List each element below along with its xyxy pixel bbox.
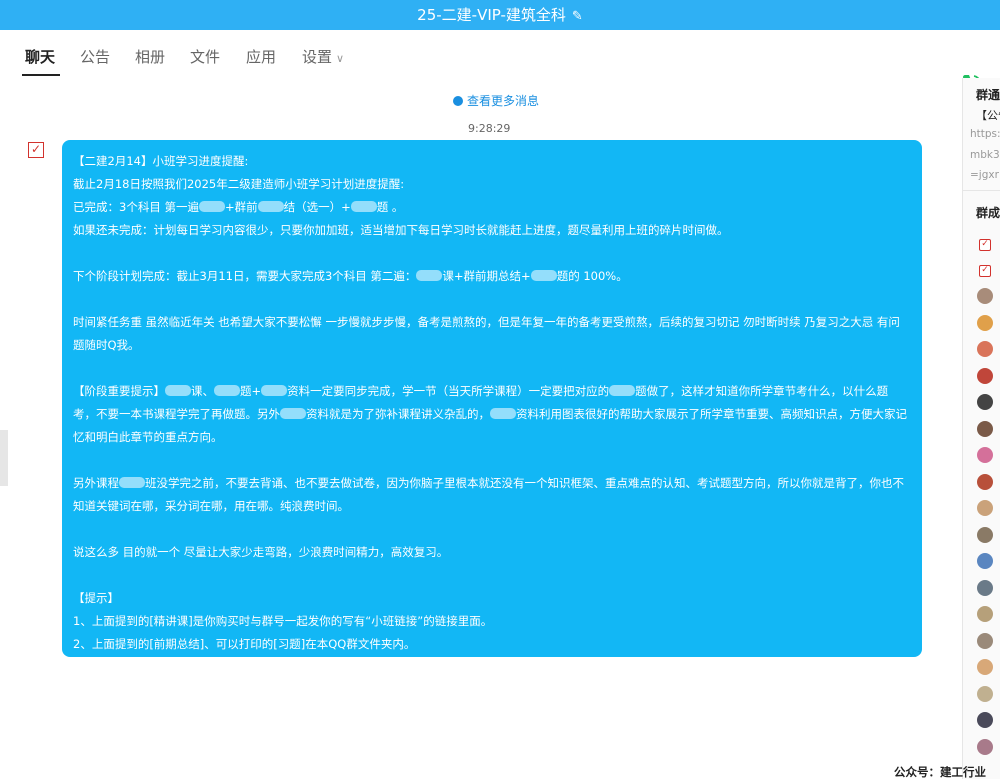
member-avatar[interactable] [977,659,993,675]
message-line: 截止2月18日按照我们2025年二级建造师小班学习计划进度提醒: [73,177,405,191]
message-text: 课+群前期总结+ [442,269,531,283]
view-more-messages-link[interactable]: 查看更多消息 [453,92,539,109]
message-line-blank [73,242,910,265]
member-avatar[interactable] [977,368,993,384]
redacted-mark [530,270,557,281]
message-text: 已完成：3个科目 第一遍 [73,200,199,214]
message-line: 2、上面提到的[前期总结]、可以打印的[习题]在本QQ群文件夹内。 [73,637,416,651]
member-avatar[interactable] [977,686,993,702]
message-line-blank [73,357,910,380]
message-line: 【提示】 [73,591,119,605]
member-avatar[interactable] [977,474,993,490]
group-info-panel: 群通 【公告 https: mbk3 =jgxr 群成 ✓ ✓ [962,78,1000,779]
tab-apps[interactable]: 应用 [246,46,276,68]
message-text: 题 。 [376,200,404,214]
active-tab-indicator [22,74,60,76]
chevron-down-icon: ∨ [336,52,345,65]
message-text: 另外课程 [73,476,119,490]
message-text: 题+ [240,384,262,398]
member-avatar[interactable] [977,633,993,649]
tab-settings-label: 设置 [302,48,333,66]
edit-icon[interactable]: ✎ [572,2,583,32]
member-select-checkbox[interactable]: ✓ [979,265,991,277]
selected-message-checkbox[interactable]: ✓ [28,142,44,158]
message-line: 1、上面提到的[精讲课]是你购买时与群号一起发你的写有“小班链接”的链接里面。 [73,614,493,628]
redacted-mark [261,385,288,396]
message-line-blank [73,564,910,587]
member-avatar[interactable] [977,553,993,569]
tab-announcement[interactable]: 公告 [80,46,110,68]
message-text: 课、 [191,384,214,398]
window-title: 25-二建-VIP-建筑全科 [417,6,566,24]
message-line: 说这么多 目的就一个 尽量让大家少走弯路，少浪费时间精力，高效复习。 [73,545,449,559]
member-avatar[interactable] [977,341,993,357]
member-avatar[interactable] [977,421,993,437]
redacted-mark [490,408,516,419]
message-line: 时间紧任务重 虽然临近年关 也希望大家不要松懈 一步慢就步步慢，备考是煎熬的，但… [73,315,900,352]
message-line-blank [73,449,910,472]
message-line: 【阶段重要提示】 课、 题+ 资料一定要同步完成，学一节（当天所学课程）一定要把对应的… [73,380,910,449]
qq-group-chat-window: 25-二建-VIP-建筑全科 ✎ 聊天 公告 相册 文件 应用 设置 ∨ 查看更多消… [0,0,1000,779]
group-notice-text: 【公告 [976,109,1000,122]
view-more-label: 查看更多消息 [467,94,540,108]
group-members-title: 群成 [976,206,1000,220]
message-text: +群前 [224,200,258,214]
title-bar: 25-二建-VIP-建筑全科 ✎ [0,0,1000,30]
member-avatar[interactable] [977,580,993,596]
message-line: 【二建2月14】小班学习进度提醒: [73,154,249,168]
member-avatar[interactable] [977,447,993,463]
message-line: 另外课程 班没学完之前，不要去背诵、也不要去做试卷，因为你脑子里根本就还没有一个知… [73,472,910,518]
redacted-mark [214,385,240,396]
redacted-mark [609,385,636,396]
member-avatar[interactable] [977,500,993,516]
redacted-mark [198,201,225,212]
message-line-blank [73,288,910,311]
notice-link-line[interactable]: mbk3 [970,149,1000,161]
message-text: 班没学完之前，不要去背诵、也不要去做试卷，因为你脑子里根本就还没有一个知识框架、… [73,476,904,513]
left-edge-handle[interactable] [0,430,8,486]
message-text: 结（选一）+ [283,200,351,214]
tab-bar: 聊天 公告 相册 文件 应用 设置 ∨ [0,30,981,93]
member-avatar[interactable] [977,288,993,304]
tab-files[interactable]: 文件 [190,46,220,68]
member-select-checkbox[interactable]: ✓ [979,239,991,251]
tab-settings[interactable]: 设置 ∨ [302,46,344,70]
member-avatar[interactable] [977,315,993,331]
member-avatar[interactable] [977,527,993,543]
message-text: 资料一定要同步完成，学一节（当天所学课程）一定要把对应的 [287,384,610,398]
message-line: 已完成：3个科目 第一遍 +群前 结（选一）+ 题 。 [73,196,910,219]
watermark-text: 公众号：建工行业 [894,765,986,779]
member-avatar[interactable] [977,739,993,755]
member-avatar[interactable] [977,712,993,728]
redacted-mark [280,408,306,419]
message-line-blank [73,518,910,541]
message-text: 下个阶段计划完成：截止3月11日，需要大家完成3个科目 第二遍： [73,269,417,283]
chat-area: 查看更多消息 9:28:29 ✓ 【二建2月14】小班学习进度提醒: 截止2月1… [8,78,962,779]
message-bubble[interactable]: 【二建2月14】小班学习进度提醒: 截止2月18日按照我们2025年二级建造师小… [62,140,922,657]
message-text: 资料就是为了弥补课程讲义杂乱的， [306,407,490,421]
message-line: 下个阶段计划完成：截止3月11日，需要大家完成3个科目 第二遍： 课+群前期总结+… [73,265,910,288]
member-avatar[interactable] [977,394,993,410]
notice-link-line[interactable]: https: [970,128,1000,140]
message-text: 【阶段重要提示】 [73,384,165,398]
clock-icon [453,96,463,106]
tab-chat[interactable]: 聊天 [25,46,55,68]
tab-album[interactable]: 相册 [135,46,165,68]
panel-divider [963,190,1000,191]
member-avatar[interactable] [977,606,993,622]
message-text: 题的 100%。 [556,269,628,283]
message-line: 如果还未完成：计划每日学习内容很少，只要你加加班，适当增加下每日学习时长就能赶上… [73,223,729,237]
redacted-mark [165,385,191,396]
redacted-mark [119,477,145,488]
notice-link-line[interactable]: =jgxr [970,169,999,181]
redacted-mark [350,201,377,212]
redacted-mark [416,270,443,281]
message-timestamp: 9:28:29 [468,122,511,135]
group-notice-title: 群通 [976,88,1000,102]
redacted-mark [257,201,284,212]
